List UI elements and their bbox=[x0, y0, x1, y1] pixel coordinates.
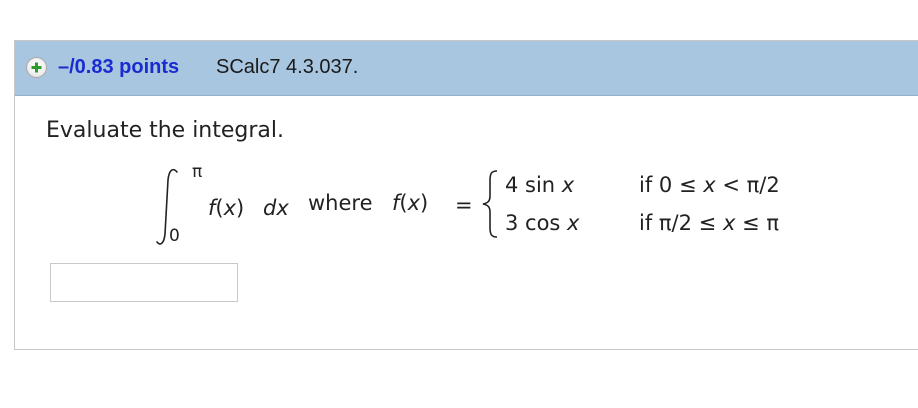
lower-limit: 0 bbox=[169, 226, 180, 246]
answer-input[interactable] bbox=[50, 263, 238, 302]
question-code: SCalc7 4.3.037. bbox=[216, 56, 359, 78]
where-text: where bbox=[308, 191, 373, 215]
question-header: –/0.83 points SCalc7 4.3.037. bbox=[15, 41, 918, 96]
expand-button[interactable] bbox=[26, 57, 47, 78]
case1-condition: if 0 ≤ x < π/2 bbox=[639, 173, 780, 197]
integrand: f(x) bbox=[208, 196, 245, 220]
upper-limit: π bbox=[192, 162, 203, 182]
points-label: –/0.83 points bbox=[58, 56, 180, 78]
function-name: f(x) bbox=[392, 191, 429, 215]
case2-expression: 3 cos x bbox=[505, 211, 580, 235]
equals-sign: = bbox=[455, 193, 473, 217]
left-brace-icon bbox=[482, 170, 498, 238]
question-prompt: Evaluate the integral. bbox=[46, 118, 285, 143]
differential: dx bbox=[263, 196, 289, 220]
case2-condition: if π/2 ≤ x ≤ π bbox=[639, 211, 779, 235]
question-panel: –/0.83 points SCalc7 4.3.037. Evaluate t… bbox=[14, 40, 918, 350]
case1-expression: 4 sin x bbox=[505, 173, 575, 197]
plus-icon bbox=[31, 62, 42, 73]
